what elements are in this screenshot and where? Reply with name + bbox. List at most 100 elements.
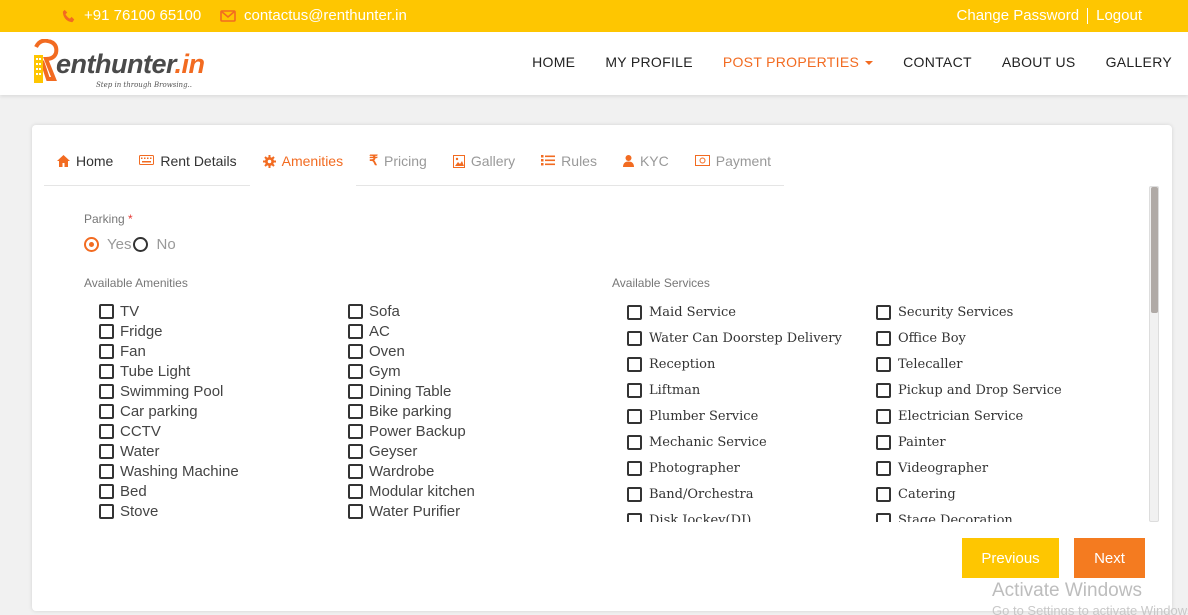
checkbox-item[interactable]: Modular kitchen (348, 481, 475, 501)
checkbox[interactable] (99, 323, 114, 339)
parking-yes-radio[interactable] (84, 237, 99, 252)
checkbox[interactable] (348, 303, 363, 319)
email-contact[interactable]: contactus@renthunter.in (220, 7, 407, 24)
checkbox-item[interactable]: Reception (627, 351, 842, 377)
checkbox-item[interactable]: Pickup and Drop Service (876, 377, 1062, 403)
checkbox-item[interactable]: TV (99, 301, 239, 321)
checkbox-item[interactable]: Sofa (348, 301, 475, 321)
checkbox-item[interactable]: Band/Orchestra (627, 481, 842, 507)
checkbox-item[interactable]: Telecaller (876, 351, 1062, 377)
tab-rules[interactable]: Rules (528, 143, 610, 186)
tab-amenities[interactable]: Amenities (249, 143, 357, 186)
checkbox[interactable] (348, 443, 363, 459)
checkbox-item[interactable]: Geyser (348, 441, 475, 461)
checkbox-item[interactable]: Disk Jockey(DJ) (627, 507, 842, 522)
checkbox[interactable] (348, 383, 363, 399)
checkbox-item[interactable]: Maid Service (627, 299, 842, 325)
checkbox[interactable] (348, 323, 363, 339)
next-button[interactable]: Next (1074, 538, 1145, 578)
checkbox[interactable] (348, 423, 363, 439)
tab-payment[interactable]: Payment (681, 143, 785, 186)
checkbox[interactable] (876, 408, 891, 424)
checkbox-item[interactable]: Videographer (876, 455, 1062, 481)
checkbox-item[interactable]: Water (99, 441, 239, 461)
checkbox[interactable] (876, 330, 891, 346)
checkbox[interactable] (348, 503, 363, 519)
checkbox-item[interactable]: Photographer (627, 455, 842, 481)
checkbox[interactable] (876, 512, 891, 522)
logout-link[interactable]: Logout (1096, 7, 1142, 24)
tab-kyc[interactable]: KYC (609, 143, 682, 186)
nav-gallery[interactable]: GALLERY (1106, 54, 1172, 70)
checkbox[interactable] (348, 463, 363, 479)
checkbox[interactable] (99, 503, 114, 519)
checkbox-item[interactable]: Security Services (876, 299, 1062, 325)
checkbox[interactable] (627, 356, 642, 372)
checkbox[interactable] (876, 486, 891, 502)
tab-home[interactable]: Home (44, 143, 127, 186)
checkbox-item[interactable]: Swimming Pool (99, 381, 239, 401)
checkbox[interactable] (348, 403, 363, 419)
checkbox[interactable] (348, 483, 363, 499)
checkbox-item[interactable]: Dining Table (348, 381, 475, 401)
checkbox[interactable] (627, 382, 642, 398)
checkbox[interactable] (348, 363, 363, 379)
checkbox[interactable] (99, 343, 114, 359)
checkbox-item[interactable]: Bed (99, 481, 239, 501)
site-logo[interactable]: enthunter.in Step in through Browsing.. (32, 37, 222, 92)
checkbox-item[interactable]: Water Can Doorstep Delivery (627, 325, 842, 351)
checkbox-item[interactable]: Fridge (99, 321, 239, 341)
checkbox-item[interactable]: Mechanic Service (627, 429, 842, 455)
checkbox[interactable] (876, 460, 891, 476)
checkbox[interactable] (99, 443, 114, 459)
checkbox[interactable] (876, 434, 891, 450)
checkbox[interactable] (627, 434, 642, 450)
checkbox-item[interactable]: Stove (99, 501, 239, 521)
checkbox[interactable] (627, 486, 642, 502)
nav-my-profile[interactable]: MY PROFILE (605, 54, 693, 70)
checkbox[interactable] (876, 382, 891, 398)
checkbox[interactable] (99, 303, 114, 319)
checkbox[interactable] (99, 403, 114, 419)
checkbox-item[interactable]: CCTV (99, 421, 239, 441)
checkbox-item[interactable]: Plumber Service (627, 403, 842, 429)
phone-contact[interactable]: +91 76100 65100 (62, 7, 201, 24)
checkbox-item[interactable]: Power Backup (348, 421, 475, 441)
parking-no-radio[interactable] (133, 237, 149, 252)
tab-gallery[interactable]: Gallery (439, 143, 529, 186)
tab-pricing[interactable]: ₹ Pricing (356, 143, 440, 186)
checkbox[interactable] (99, 383, 114, 399)
checkbox-item[interactable]: Fan (99, 341, 239, 361)
checkbox[interactable] (876, 356, 891, 372)
panel-scrollbar[interactable] (1149, 186, 1159, 522)
previous-button[interactable]: Previous (962, 538, 1059, 578)
scrollbar-thumb[interactable] (1151, 187, 1158, 313)
checkbox[interactable] (627, 304, 642, 320)
nav-contact[interactable]: CONTACT (903, 54, 972, 70)
checkbox[interactable] (99, 463, 114, 479)
checkbox-item[interactable]: Office Boy (876, 325, 1062, 351)
checkbox[interactable] (99, 483, 114, 499)
checkbox-item[interactable]: Catering (876, 481, 1062, 507)
nav-home[interactable]: HOME (532, 54, 575, 70)
checkbox-item[interactable]: Bike parking (348, 401, 475, 421)
tab-rent-details[interactable]: Rent Details (126, 143, 250, 186)
checkbox-item[interactable]: Stage Decoration (876, 507, 1062, 522)
checkbox[interactable] (627, 512, 642, 522)
checkbox-item[interactable]: Oven (348, 341, 475, 361)
checkbox-item[interactable]: Tube Light (99, 361, 239, 381)
checkbox-item[interactable]: Painter (876, 429, 1062, 455)
nav-about-us[interactable]: ABOUT US (1002, 54, 1076, 70)
checkbox-item[interactable]: Car parking (99, 401, 239, 421)
checkbox-item[interactable]: Washing Machine (99, 461, 239, 481)
checkbox[interactable] (627, 408, 642, 424)
checkbox[interactable] (99, 423, 114, 439)
checkbox-item[interactable]: Liftman (627, 377, 842, 403)
checkbox[interactable] (627, 330, 642, 346)
checkbox[interactable] (99, 363, 114, 379)
checkbox-item[interactable]: Electrician Service (876, 403, 1062, 429)
checkbox-item[interactable]: Water Purifier (348, 501, 475, 521)
checkbox-item[interactable]: Gym (348, 361, 475, 381)
checkbox-item[interactable]: AC (348, 321, 475, 341)
checkbox[interactable] (627, 460, 642, 476)
